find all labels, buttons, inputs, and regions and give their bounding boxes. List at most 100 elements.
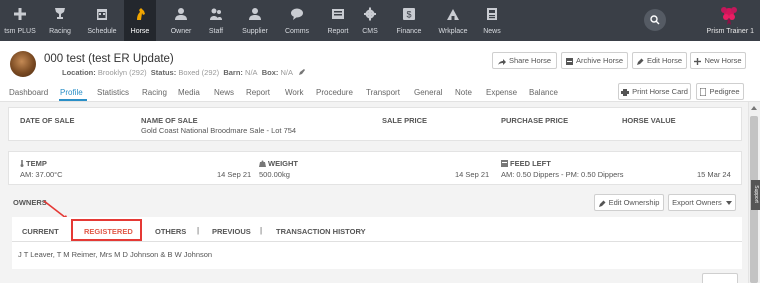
tab-expense[interactable]: Expense	[486, 88, 517, 97]
nav-label: Finance	[396, 28, 422, 35]
owners-tab-transaction-history[interactable]: TRANSACTION HISTORY	[276, 227, 366, 236]
svg-text:$: $	[406, 10, 411, 20]
share-horse-button[interactable]: Share Horse	[492, 52, 557, 69]
calendar-icon	[97, 9, 107, 20]
tab-statistics[interactable]: Statistics	[97, 88, 129, 97]
tab-work[interactable]: Work	[285, 88, 304, 97]
weight-date: 14 Sep 21	[455, 170, 490, 179]
tab-general[interactable]: General	[414, 88, 442, 97]
support-tab[interactable]: Support	[751, 180, 760, 210]
nav-item-finance[interactable]: $ Finance	[391, 0, 427, 41]
search-button[interactable]	[644, 9, 666, 31]
nav-label: Staff	[208, 28, 224, 35]
name-of-sale-header: NAME OF SALE	[141, 116, 198, 125]
export-owners-dropdown[interactable]: Export Owners	[668, 194, 736, 211]
nav-label: Schedule	[87, 28, 117, 35]
edit-horse-button[interactable]: Edit Horse	[632, 52, 687, 69]
feed-left-value: AM: 0.50 Dippers - PM: 0.50 Dippers	[501, 170, 624, 179]
tab-transport[interactable]: Transport	[366, 88, 400, 97]
weight-header: WEIGHT	[259, 159, 298, 168]
nav-item-report[interactable]: Report	[322, 0, 354, 41]
tab-report[interactable]: Report	[246, 88, 270, 97]
tab-note[interactable]: Note	[455, 88, 472, 97]
archive-horse-label: Archive Horse	[575, 56, 624, 65]
sale-price-header: SALE PRICE	[382, 116, 428, 125]
pedigree-button[interactable]: Pedigree	[696, 83, 744, 100]
owners-tab-current[interactable]: CURRENT	[22, 227, 59, 236]
owners-tab-previous[interactable]: PREVIOUS	[212, 227, 251, 236]
nav-item-owner[interactable]: Owner	[164, 0, 198, 41]
tab-media[interactable]: Media	[178, 88, 200, 97]
tab-balance[interactable]: Balance	[529, 88, 558, 97]
tab-racing[interactable]: Racing	[142, 88, 167, 97]
feed-icon	[501, 160, 508, 167]
nav-item-comms[interactable]: Comms	[279, 0, 315, 41]
nav-item-racing[interactable]: Racing	[44, 0, 76, 41]
tab-procedure[interactable]: Procedure	[316, 88, 353, 97]
horse-stats-card	[8, 151, 742, 185]
person-icon	[249, 8, 261, 20]
temp-date: 14 Sep 21	[217, 170, 252, 179]
print-horse-card-button[interactable]: Print Horse Card	[618, 83, 691, 100]
report-icon	[332, 9, 344, 19]
search-icon	[650, 15, 660, 25]
plus-icon	[14, 8, 26, 20]
pedigree-label: Pedigree	[709, 87, 740, 96]
nav-item-schedule[interactable]: Schedule	[82, 0, 122, 41]
owners-tab-others[interactable]: OTHERS	[155, 227, 186, 236]
tab-separator: |	[260, 226, 263, 235]
nav-item-news[interactable]: News	[477, 0, 507, 41]
user-avatar[interactable]	[718, 4, 740, 26]
pencil-icon	[636, 58, 644, 65]
nav-label: Horse	[130, 28, 150, 35]
nav-label: Supplier	[242, 28, 268, 35]
tab-profile[interactable]: Profile	[60, 88, 83, 97]
edit-ownership-label: Edit Ownership	[608, 198, 660, 207]
location-value: Brooklyn (292)	[97, 68, 147, 77]
nav-item-wrkplace[interactable]: Wrkplace	[433, 0, 473, 41]
nav-item-cms[interactable]: CMS	[356, 0, 384, 41]
horse-avatar	[10, 51, 36, 77]
archive-horse-button[interactable]: Archive Horse	[561, 52, 628, 69]
nav-item-tsm-plus[interactable]: tsm PLUS	[0, 0, 40, 41]
weight-label: WEIGHT	[268, 159, 298, 168]
nav-item-supplier[interactable]: Supplier	[237, 0, 273, 41]
box-value: N/A	[280, 68, 293, 77]
workplace-icon	[447, 9, 459, 20]
barn-value: N/A	[245, 68, 258, 77]
share-horse-label: Share Horse	[508, 56, 552, 65]
horse-value-header: HORSE VALUE	[622, 116, 676, 125]
tab-separator: |	[197, 226, 200, 235]
nav-item-horse[interactable]: Horse	[124, 0, 156, 41]
horse-icon	[137, 8, 145, 20]
new-horse-button[interactable]: New Horse	[690, 52, 746, 69]
support-label: Support	[753, 185, 759, 203]
tab-news[interactable]: News	[214, 88, 234, 97]
owners-footer-button[interactable]	[702, 273, 738, 283]
horse-details-line: Location: Brooklyn (292) Status: Boxed (…	[62, 68, 293, 77]
nav-label: Wrkplace	[438, 28, 468, 35]
export-owners-label: Export Owners	[672, 198, 722, 207]
user-name-label[interactable]: Prism Trainer 1	[707, 28, 754, 35]
new-horse-label: New Horse	[704, 56, 742, 65]
nav-label: Report	[327, 28, 349, 35]
share-icon	[497, 58, 506, 65]
edit-ownership-button[interactable]: Edit Ownership	[594, 194, 664, 211]
barn-label: Barn:	[223, 68, 243, 77]
tab-dashboard[interactable]: Dashboard	[9, 88, 48, 97]
people-icon	[210, 8, 222, 20]
gear-icon	[364, 7, 376, 21]
person-icon	[175, 8, 187, 20]
horse-name: 000 test (test ER Update)	[44, 53, 174, 65]
edit-location-pencil-icon[interactable]	[298, 68, 306, 76]
temp-value: AM: 37.00°C	[20, 170, 63, 179]
edit-horse-label: Edit Horse	[646, 56, 682, 65]
scroll-up-arrow[interactable]	[751, 106, 757, 110]
location-label: Location:	[62, 68, 96, 77]
document-icon	[699, 87, 707, 97]
nav-item-staff[interactable]: Staff	[200, 0, 232, 41]
feed-left-header: FEED LEFT	[501, 159, 551, 168]
registered-highlight-box	[71, 219, 142, 241]
status-label: Status:	[150, 68, 177, 77]
caret-down-icon	[725, 201, 732, 206]
